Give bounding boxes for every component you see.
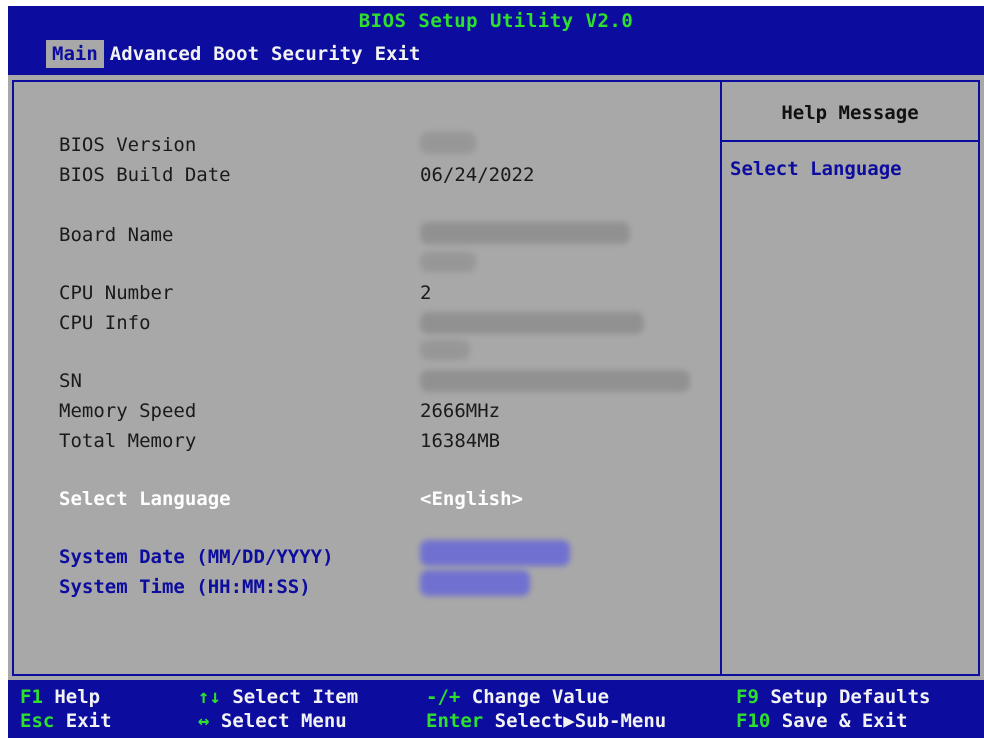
cpu-info-value-redacted xyxy=(420,312,644,334)
board-name-label: Board Name xyxy=(59,224,174,246)
bios-title: BIOS Setup Utility V2.0 xyxy=(358,10,634,32)
tab-advanced[interactable]: Advanced xyxy=(104,40,208,68)
bios-screen: BIOS Setup Utility V2.0 Main Advanced Bo… xyxy=(8,6,984,738)
key-select-item: ↑↓ Select Item xyxy=(198,686,358,708)
key-save-exit: F10 Save & Exit xyxy=(736,710,908,732)
system-time-value-redacted[interactable] xyxy=(420,570,530,596)
tab-security[interactable]: Security xyxy=(265,40,369,68)
key-submenu: Enter Select▶Sub-Menu xyxy=(426,710,666,732)
key-select-menu: ↔ Select Menu xyxy=(198,710,347,732)
key-enter: Enter xyxy=(426,710,484,732)
key-exit: Esc Exit xyxy=(20,710,112,732)
key-exit-desc: Exit xyxy=(65,710,112,732)
select-language-value[interactable]: <English> xyxy=(420,488,523,510)
system-date-label[interactable]: System Date (MM/DD/YYYY) xyxy=(59,546,334,568)
left-right-arrows-icon: ↔ xyxy=(198,710,210,732)
key-help: F1 Help xyxy=(20,686,100,708)
key-change-value-desc: Change Value xyxy=(471,686,610,708)
sn-label: SN xyxy=(59,370,82,392)
tab-main[interactable]: Main xyxy=(46,40,104,68)
board-name-value-redacted-line2 xyxy=(420,252,476,272)
key-esc: Esc xyxy=(20,710,55,732)
bios-build-date-value: 06/24/2022 xyxy=(420,164,535,186)
tab-exit[interactable]: Exit xyxy=(369,40,427,68)
key-select-item-desc: Select Item xyxy=(232,686,359,708)
cpu-info-value-redacted-line2 xyxy=(420,340,470,360)
key-change-value: -/+ Change Value xyxy=(426,686,609,708)
up-down-arrows-icon: ↑↓ xyxy=(198,686,221,708)
tab-boot[interactable]: Boot xyxy=(207,40,265,68)
bottom-key-bar: F1 Help Esc Exit ↑↓ Select Item ↔ Select… xyxy=(8,680,984,738)
key-setup-defaults-desc: Setup Defaults xyxy=(770,686,931,708)
system-date-value-redacted[interactable] xyxy=(420,540,570,566)
key-submenu-desc: Select▶Sub-Menu xyxy=(494,710,667,732)
memory-speed-value: 2666MHz xyxy=(420,400,501,422)
key-save-exit-desc: Save & Exit xyxy=(781,710,908,732)
help-title: Help Message xyxy=(781,102,919,124)
help-text: Select Language xyxy=(730,158,902,180)
key-help-desc: Help xyxy=(54,686,101,708)
cpu-info-label: CPU Info xyxy=(59,312,151,334)
key-minus-plus: -/+ xyxy=(426,686,461,708)
total-memory-value: 16384MB xyxy=(420,430,501,452)
bios-version-value-redacted xyxy=(420,132,476,154)
select-language-label[interactable]: Select Language xyxy=(59,488,231,510)
system-time-label[interactable]: System Time (HH:MM:SS) xyxy=(59,576,311,598)
key-select-menu-desc: Select Menu xyxy=(220,710,347,732)
key-setup-defaults: F9 Setup Defaults xyxy=(736,686,931,708)
panel-divider xyxy=(720,82,722,674)
sn-value-redacted xyxy=(420,370,690,392)
total-memory-label: Total Memory xyxy=(59,430,197,452)
cpu-number-label: CPU Number xyxy=(59,282,174,304)
board-name-value-redacted xyxy=(420,222,630,244)
top-bar: BIOS Setup Utility V2.0 Main Advanced Bo… xyxy=(8,6,984,75)
cpu-number-value: 2 xyxy=(420,282,432,304)
bios-build-date-label: BIOS Build Date xyxy=(59,164,231,186)
memory-speed-label: Memory Speed xyxy=(59,400,197,422)
bios-version-label: BIOS Version xyxy=(59,134,197,156)
menu-bar: Main Advanced Boot Security Exit xyxy=(46,40,426,68)
help-divider xyxy=(722,140,978,142)
key-f10: F10 xyxy=(736,710,771,732)
main-panel: BIOS Version BIOS Build Date 06/24/2022 … xyxy=(12,80,980,676)
key-f9: F9 xyxy=(736,686,759,708)
key-f1: F1 xyxy=(20,686,43,708)
